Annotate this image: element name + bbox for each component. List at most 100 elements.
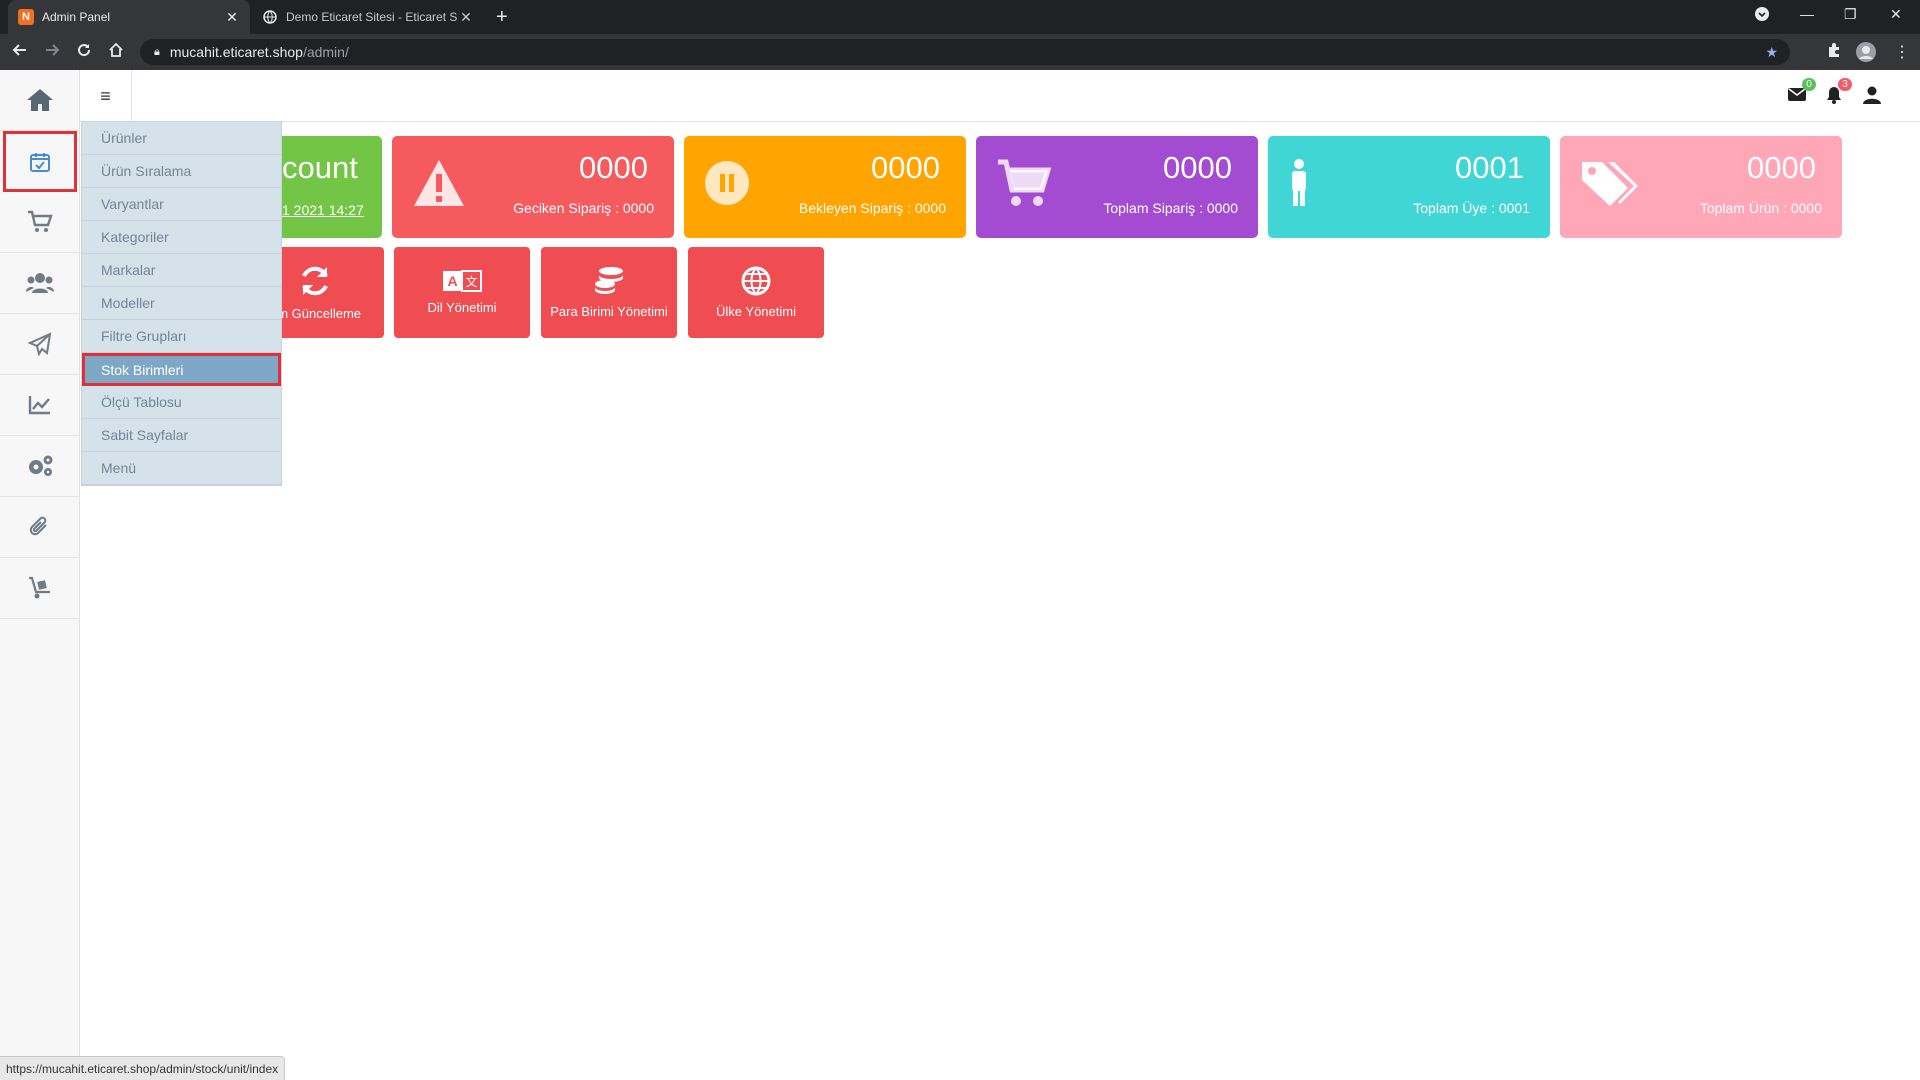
tab-search-icon[interactable]	[1754, 6, 1770, 25]
profile-avatar[interactable]	[1856, 42, 1876, 67]
cart-icon	[28, 210, 53, 232]
stat-card-total-orders[interactable]: 0000 Toplam Sipariş : 0000	[976, 136, 1258, 238]
language-icon: A文	[443, 270, 482, 292]
stat-card-total-members[interactable]: 0001 Toplam Üye : 0001	[1268, 136, 1550, 238]
submenu-item[interactable]: Ürün Sıralama	[82, 155, 281, 188]
stat-label: Toplam Üye : 0001	[1413, 200, 1530, 216]
messages-badge: 0	[1802, 78, 1816, 91]
paperclip-icon	[29, 516, 47, 536]
rail-home[interactable]	[0, 70, 80, 131]
url-host: mucahit.eticaret.shop	[169, 44, 303, 60]
tool-label: üm Güncelleme	[282, 306, 362, 321]
stat-label: Bekleyen Sipariş : 0000	[798, 200, 946, 216]
submenu-item[interactable]: Markalar	[82, 254, 281, 287]
pause-icon	[705, 161, 749, 205]
admin-page: ≡ 0 3 count 1 2021 14:27 0000 Geciken Si…	[0, 70, 1920, 1080]
stat-label: Toplam Ürün : 0000	[1699, 200, 1822, 216]
rail-orders[interactable]	[0, 192, 80, 253]
submenu-item[interactable]: Modeller	[82, 287, 281, 320]
hamburger-icon: ≡	[100, 85, 111, 106]
submenu-item[interactable]: Ölçü Tablosu	[82, 386, 281, 419]
notifications-button[interactable]: 3	[1826, 78, 1852, 109]
url-path: /admin/	[302, 44, 349, 60]
country-management-button[interactable]: Ülke Yönetimi	[688, 247, 824, 338]
svg-text:文: 文	[465, 274, 477, 289]
dolly-icon	[29, 576, 50, 599]
rail-reports[interactable]	[0, 375, 80, 436]
minimize-button[interactable]: —	[1800, 6, 1814, 22]
close-icon[interactable]: ✕	[458, 9, 474, 26]
tab-title: Admin Panel	[42, 10, 111, 24]
svg-text:A: A	[447, 273, 457, 289]
submenu-item[interactable]: Kategoriler	[82, 221, 281, 254]
icon-sidebar	[0, 70, 80, 1080]
language-management-button[interactable]: A文 Dil Yönetimi	[394, 247, 530, 338]
reload-button[interactable]	[76, 42, 92, 63]
users-icon	[26, 273, 54, 293]
messages-button[interactable]: 0	[1788, 78, 1816, 107]
bulk-update-button[interactable]: üm Güncelleme	[282, 247, 384, 338]
submenu-item[interactable]: Menü	[82, 452, 281, 485]
last-login-date[interactable]: 1 2021 14:27	[282, 202, 364, 218]
paper-plane-icon	[28, 332, 52, 356]
back-button[interactable]	[12, 42, 28, 63]
rail-shipping[interactable]	[0, 558, 80, 619]
tab-demo-site[interactable]: Demo Eticaret Sitesi - Eticaret Sh ✕	[252, 0, 484, 34]
calendar-check-icon	[30, 152, 50, 172]
person-icon	[1292, 159, 1306, 206]
restore-button[interactable]: ❐	[1844, 6, 1857, 23]
stat-value: 0001	[1455, 150, 1524, 185]
forward-button[interactable]	[44, 42, 60, 63]
tool-label: Ülke Yönetimi	[716, 304, 796, 319]
globe-icon	[741, 266, 771, 296]
cart-icon	[998, 159, 1052, 206]
products-submenu: Ürünler Ürün Sıralama Varyantlar Kategorile…	[81, 121, 282, 486]
warning-icon	[414, 160, 464, 206]
rail-members[interactable]	[0, 253, 80, 314]
url-field[interactable]: 🔒︎ mucahit.eticaret.shop/admin/ ★	[140, 39, 1790, 65]
home-icon	[27, 89, 53, 111]
close-icon[interactable]: ✕	[224, 9, 240, 26]
stat-label: Geciken Sipariş : 0000	[513, 200, 654, 216]
tags-icon	[1582, 162, 1638, 206]
submenu-item[interactable]: Stok Birimleri	[82, 353, 281, 386]
tool-label: Para Birimi Yönetimi	[550, 304, 668, 319]
stat-value: 0000	[1747, 150, 1816, 185]
coins-icon	[595, 267, 623, 294]
stat-value: 0000	[871, 150, 940, 185]
chart-line-icon	[28, 396, 50, 415]
stat-value: 0000	[579, 150, 648, 185]
stat-card-late-orders[interactable]: 0000 Geciken Sipariş : 0000	[392, 136, 674, 238]
stat-card-total-products[interactable]: 0000 Toplam Ürün : 0000	[1560, 136, 1842, 238]
menu-kebab-icon[interactable]: ⋮	[1894, 42, 1910, 62]
user-menu-button[interactable]	[1863, 86, 1881, 109]
admin-favicon-icon: N	[18, 9, 34, 25]
notifications-badge: 3	[1838, 78, 1852, 91]
close-window-button[interactable]: ✕	[1890, 6, 1902, 23]
rail-campaigns[interactable]	[0, 314, 80, 375]
submenu-item[interactable]: Sabit Sayfalar	[82, 419, 281, 452]
stat-value: 0000	[1163, 150, 1232, 185]
home-button[interactable]	[108, 42, 124, 63]
submenu-item[interactable]: Varyantlar	[82, 188, 281, 221]
menu-toggle-button[interactable]: ≡	[80, 70, 132, 122]
browser-tabstrip: N Admin Panel ✕ Demo Eticaret Sitesi - E…	[0, 0, 1920, 34]
globe-icon	[262, 9, 278, 25]
currency-management-button[interactable]: Para Birimi Yönetimi	[541, 247, 677, 338]
tab-admin-panel[interactable]: N Admin Panel ✕	[8, 0, 250, 34]
status-bar-url: https://mucahit.eticaret.shop/admin/stoc…	[0, 1056, 286, 1080]
stat-card-pending-orders[interactable]: 0000 Bekleyen Sipariş : 0000	[684, 136, 966, 238]
sync-icon	[302, 266, 328, 296]
rail-products[interactable]	[3, 131, 77, 192]
submenu-item[interactable]: Filtre Grupları	[82, 320, 281, 353]
tool-label: Dil Yönetimi	[427, 300, 497, 315]
stat-label: Toplam Sipariş : 0000	[1103, 200, 1238, 216]
extensions-icon[interactable]	[1826, 42, 1842, 63]
submenu-item[interactable]: Ürünler	[82, 122, 281, 155]
rail-attachments[interactable]	[0, 497, 80, 558]
new-tab-button[interactable]: +	[496, 6, 508, 29]
tab-title: Demo Eticaret Sitesi - Eticaret Sh	[286, 10, 458, 24]
lock-icon: 🔒︎	[154, 45, 160, 58]
bookmark-star-icon[interactable]: ★	[1765, 44, 1778, 61]
rail-settings[interactable]	[0, 436, 80, 497]
